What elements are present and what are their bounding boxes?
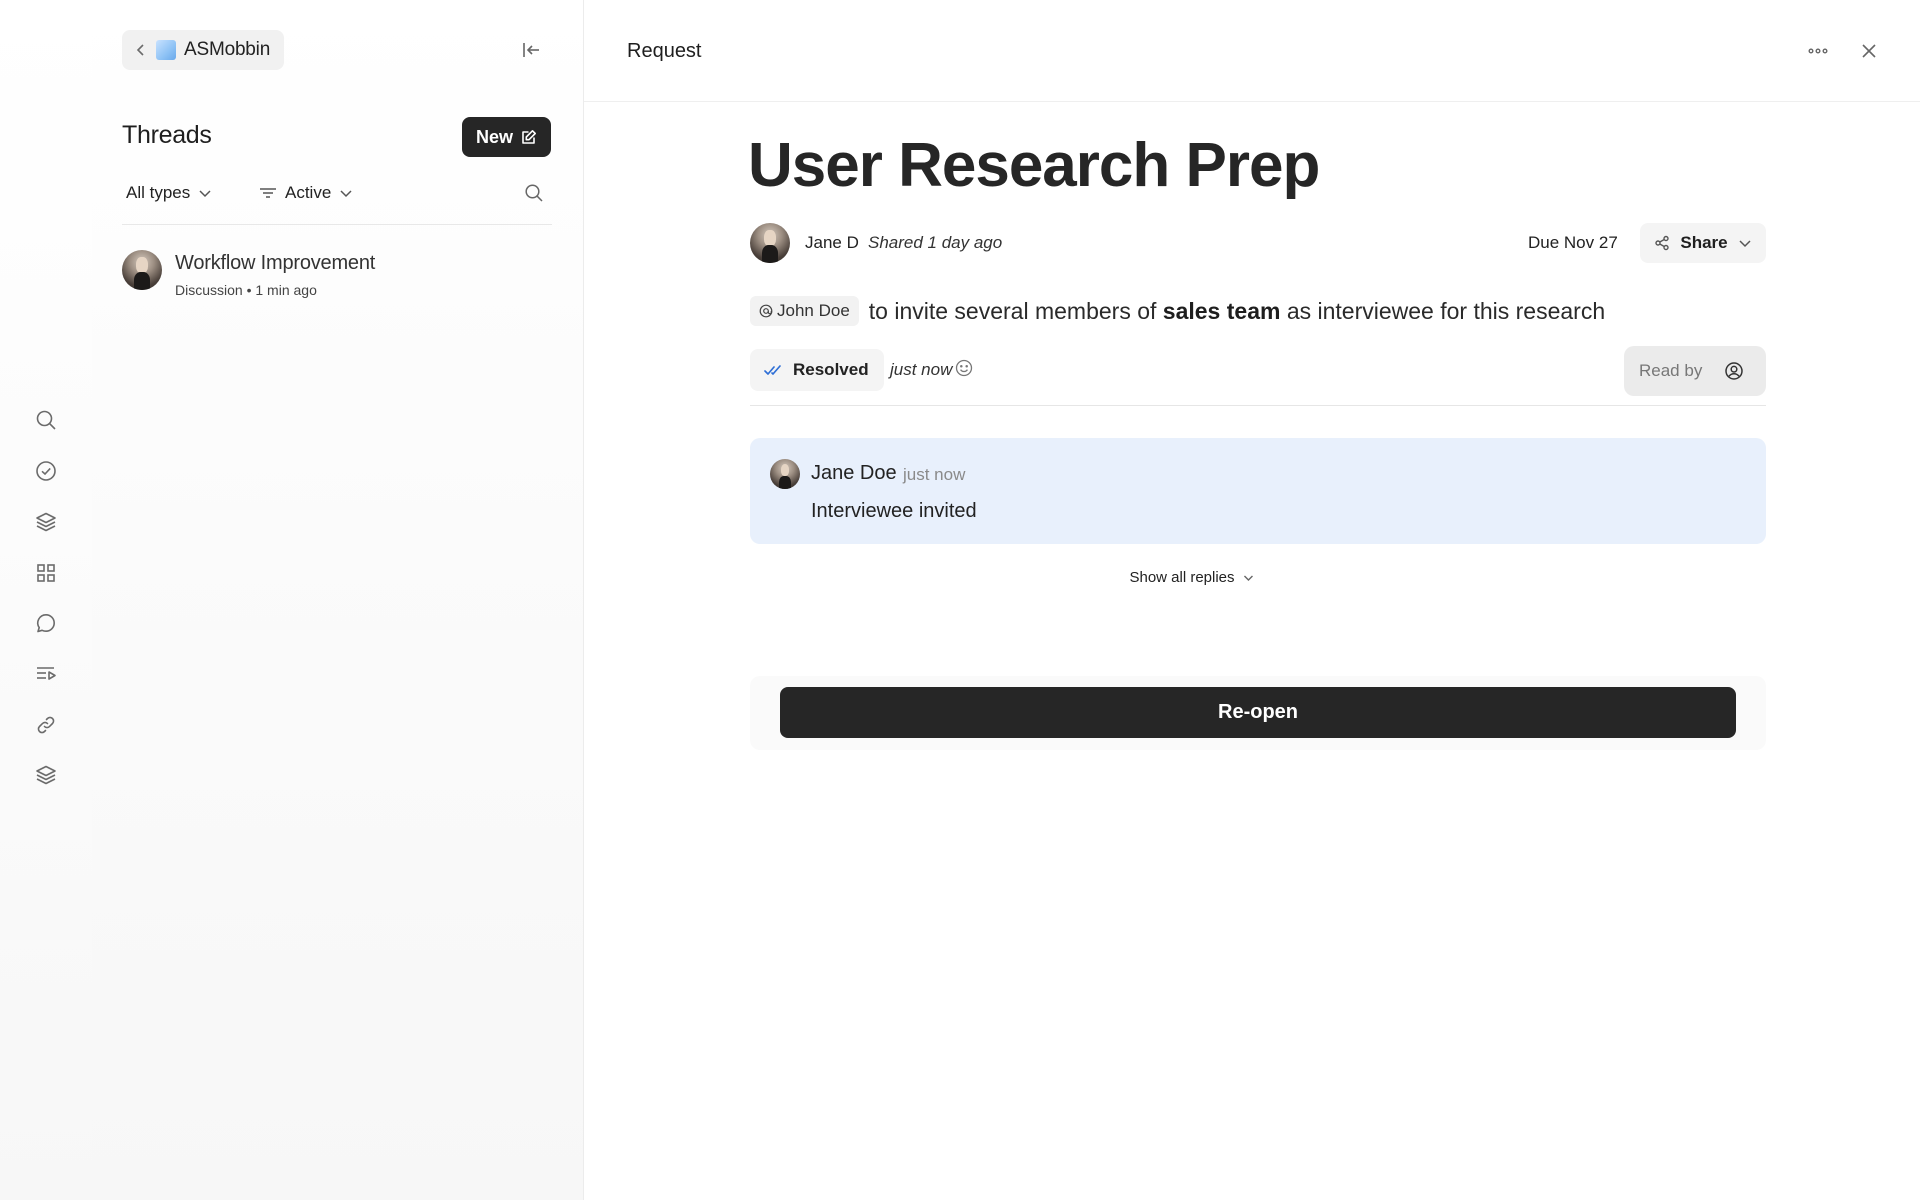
grid-icon[interactable] bbox=[32, 559, 60, 587]
mention-chip[interactable]: John Doe bbox=[750, 296, 859, 326]
link-icon[interactable] bbox=[32, 711, 60, 739]
compose-icon bbox=[521, 129, 537, 145]
detail-header: Request bbox=[584, 0, 1920, 102]
collapse-sidebar-icon[interactable] bbox=[517, 36, 545, 64]
avatar bbox=[770, 459, 800, 489]
request-text: as interviewee for this research bbox=[1280, 297, 1606, 324]
share-label: Share bbox=[1680, 233, 1728, 252]
reply-time: just now bbox=[903, 465, 966, 484]
status-filter-label: Active bbox=[285, 183, 332, 202]
workspace-back-button[interactable]: ASMobbin bbox=[122, 30, 285, 70]
reopen-button[interactable]: Re-open bbox=[780, 687, 1736, 738]
read-by-label: Read by bbox=[1639, 361, 1703, 380]
avatar bbox=[122, 250, 162, 290]
close-icon[interactable] bbox=[1854, 36, 1884, 66]
filter-lines-icon bbox=[259, 186, 277, 200]
shared-time: Shared 1 day ago bbox=[868, 233, 1003, 252]
request-detail-panel: Request User Research Prep Jane D Shared… bbox=[584, 0, 1920, 1200]
author-name: Jane D bbox=[805, 233, 859, 252]
type-filter-label: All types bbox=[126, 183, 191, 202]
app-rail bbox=[0, 0, 92, 1200]
new-thread-button[interactable]: New bbox=[462, 117, 551, 157]
stack-icon[interactable] bbox=[32, 761, 60, 789]
search-icon[interactable] bbox=[32, 406, 60, 434]
workspace-name: ASMobbin bbox=[184, 39, 271, 60]
chat-bubble-icon[interactable] bbox=[32, 609, 60, 637]
at-sign-icon bbox=[759, 304, 773, 318]
check-circle-icon[interactable] bbox=[32, 457, 60, 485]
playlist-icon[interactable] bbox=[32, 660, 60, 688]
reply-author: Jane Doe bbox=[811, 462, 897, 484]
threads-title: Threads bbox=[122, 121, 212, 149]
workspace-logo bbox=[156, 40, 176, 60]
chevron-left-icon bbox=[134, 43, 148, 57]
double-check-icon bbox=[764, 363, 784, 377]
chevron-down-icon bbox=[339, 186, 353, 200]
show-all-replies-button[interactable]: Show all replies bbox=[1129, 569, 1254, 586]
status-row: Resolved just now Read by bbox=[750, 346, 1766, 396]
mention-name: John Doe bbox=[777, 301, 850, 320]
status-divider bbox=[750, 405, 1766, 406]
share-icon bbox=[1654, 235, 1670, 251]
chevron-down-icon bbox=[1243, 572, 1255, 584]
avatar bbox=[750, 223, 790, 263]
status-time: just now bbox=[890, 360, 953, 379]
resolved-status-button[interactable]: Resolved bbox=[750, 349, 884, 391]
type-filter-dropdown[interactable]: All types bbox=[126, 180, 212, 206]
thread-meta: Discussion • 1 min ago bbox=[175, 282, 317, 298]
request-description: John Doe to invite several members of sa… bbox=[750, 295, 1605, 327]
threads-divider bbox=[122, 224, 552, 225]
status-filter-dropdown[interactable]: Active bbox=[259, 180, 353, 206]
author-row: Jane D Shared 1 day ago Due Nov 27 Share bbox=[750, 223, 1766, 263]
layers-icon[interactable] bbox=[32, 508, 60, 536]
request-text: to invite several members of bbox=[868, 297, 1163, 324]
request-text-bold: sales team bbox=[1162, 297, 1281, 324]
read-by-button[interactable]: Read by bbox=[1624, 346, 1766, 396]
reply-body: Interviewee invited bbox=[811, 500, 977, 522]
new-thread-label: New bbox=[475, 126, 513, 147]
show-all-replies-label: Show all replies bbox=[1129, 569, 1235, 586]
user-circle-icon bbox=[1724, 361, 1744, 381]
chevron-down-icon bbox=[1738, 236, 1752, 250]
thread-list-item[interactable]: Workflow Improvement Discussion • 1 min … bbox=[122, 248, 552, 304]
request-title: User Research Prep bbox=[748, 131, 1320, 200]
more-options-icon[interactable] bbox=[1803, 36, 1833, 66]
reply-card: Jane Doe just now Interviewee invited bbox=[750, 438, 1766, 544]
status-label: Resolved bbox=[793, 360, 869, 379]
due-date: Due Nov 27 bbox=[1528, 233, 1618, 252]
add-reaction-icon[interactable] bbox=[952, 356, 976, 380]
thread-title: Workflow Improvement bbox=[175, 252, 376, 274]
detail-header-title: Request bbox=[627, 40, 702, 62]
chevron-down-icon bbox=[198, 186, 212, 200]
thread-search-icon[interactable] bbox=[520, 179, 548, 207]
share-button[interactable]: Share bbox=[1640, 223, 1766, 263]
reopen-container: Re-open bbox=[750, 676, 1766, 750]
threads-panel: ASMobbin Threads New All types Active Wo… bbox=[92, 0, 584, 1200]
